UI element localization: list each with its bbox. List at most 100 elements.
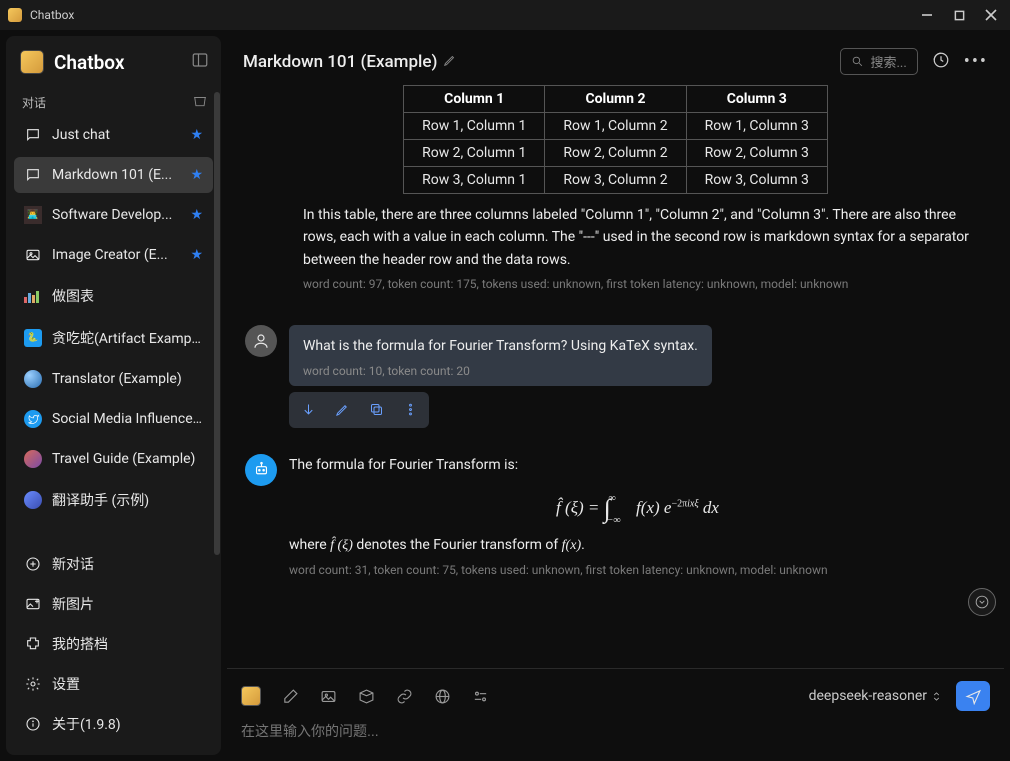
sidebar-item-label: 做图表	[52, 286, 203, 306]
sidebar-item-translator[interactable]: Translator (Example)	[14, 361, 213, 397]
info-icon	[24, 715, 42, 733]
sidebar-item-label: 关于(1.9.8)	[52, 714, 203, 734]
sidebar-item-label: Markdown 101 (E...	[52, 167, 180, 183]
sidebar-item-label: 新对话	[52, 554, 203, 574]
user-avatar-icon	[245, 325, 277, 357]
bot-avatar-icon	[245, 454, 277, 486]
app-logo-small	[8, 8, 22, 22]
edit-message-button[interactable]	[327, 396, 357, 424]
search-input-container[interactable]: 搜索...	[840, 48, 917, 75]
sidebar-scrollbar[interactable]	[214, 92, 220, 555]
window-close-button[interactable]	[984, 8, 998, 22]
sidebar-item-label: 我的搭档	[52, 634, 203, 654]
message-input[interactable]	[239, 717, 992, 741]
sidebar-item-image-creator[interactable]: Image Creator (E... ★	[14, 237, 213, 273]
snake-avatar-icon: 🐍	[24, 329, 42, 347]
sidebar-item-snake[interactable]: 🐍 贪吃蛇(Artifact Example)	[14, 319, 213, 357]
sidebar-item-just-chat[interactable]: Just chat ★	[14, 117, 213, 153]
translator-avatar-icon	[24, 370, 42, 388]
attach-file-button[interactable]	[357, 687, 375, 705]
sidebar-item-markdown-101[interactable]: Markdown 101 (E... ★	[14, 157, 213, 193]
web-button[interactable]	[433, 687, 451, 705]
chevron-up-down-icon	[931, 691, 942, 702]
sidebar-item-translate-assistant[interactable]: 翻译助手 (示例)	[14, 481, 213, 519]
formula-display: f̂ (ξ) = ∫−∞∞ f(x) e−2πixξ dx	[289, 490, 986, 520]
star-icon: ★	[190, 207, 203, 223]
sidebar-item-label: Social Media Influence...	[52, 411, 203, 427]
star-icon: ★	[190, 247, 203, 263]
send-button[interactable]	[956, 681, 990, 711]
sidebar-item-label: Travel Guide (Example)	[52, 451, 203, 467]
window-maximize-button[interactable]	[952, 8, 966, 22]
window-minimize-button[interactable]	[920, 8, 934, 22]
composer: deepseek-reasoner	[227, 668, 1004, 755]
sidebar-item-label: Software Develop...	[52, 207, 180, 223]
app-logo-icon	[20, 50, 44, 74]
main-panel: Markdown 101 (Example) 搜索... ••• Column …	[221, 30, 1010, 761]
more-menu-button[interactable]: •••	[964, 51, 988, 72]
bot-message-outro: where f̂ (ξ) denotes the Fourier transfo…	[289, 534, 986, 557]
sidebar: Chatbox 对话 Just chat ★ Markdown 101 (E..…	[6, 36, 221, 755]
star-icon: ★	[190, 167, 203, 183]
sidebar-item-travel-guide[interactable]: Travel Guide (Example)	[14, 441, 213, 477]
model-selector[interactable]: deepseek-reasoner	[809, 688, 942, 704]
sidebar-item-software-dev[interactable]: 👨‍💻 Software Develop... ★	[14, 197, 213, 233]
sidebar-item-label: 贪吃蛇(Artifact Example)	[52, 328, 203, 348]
scroll-down-button[interactable]	[293, 396, 323, 424]
table-row: Row 3, Column 1Row 3, Column 2Row 3, Col…	[404, 167, 828, 194]
search-icon	[851, 55, 864, 68]
message-meta: word count: 97, token count: 175, tokens…	[303, 277, 986, 291]
table-header: Column 2	[545, 86, 686, 113]
sidebar-item-label: 翻译助手 (示例)	[52, 490, 203, 510]
app-title: Chatbox	[30, 8, 74, 22]
sidebar-item-label: 新图片	[52, 594, 203, 614]
edit-title-button[interactable]	[443, 53, 457, 71]
sidebar-item-label: Image Creator (E...	[52, 247, 180, 263]
copy-message-button[interactable]	[361, 396, 391, 424]
translate-avatar-icon	[24, 491, 42, 509]
link-button[interactable]	[395, 687, 413, 705]
sidebar-section-label: 对话	[22, 94, 46, 111]
star-icon: ★	[190, 127, 203, 143]
sidebar-brand-title: Chatbox	[54, 51, 124, 74]
eraser-button[interactable]	[281, 687, 299, 705]
new-chat-button[interactable]: 新对话	[14, 545, 213, 583]
sidebar-collapse-button[interactable]	[191, 51, 209, 73]
titlebar: Chatbox	[0, 0, 1010, 30]
model-name: deepseek-reasoner	[809, 688, 927, 704]
my-partners-button[interactable]: 我的搭档	[14, 625, 213, 663]
sidebar-item-social-media[interactable]: Social Media Influence...	[14, 401, 213, 437]
table-row: Row 1, Column 1Row 1, Column 2Row 1, Col…	[404, 113, 828, 140]
chart-icon	[24, 289, 42, 303]
plus-circle-icon	[24, 555, 42, 573]
bot-message-text: In this table, there are three columns l…	[303, 204, 986, 271]
markdown-table: Column 1 Column 2 Column 3 Row 1, Column…	[403, 85, 828, 194]
travel-avatar-icon	[24, 450, 42, 468]
page-title: Markdown 101 (Example)	[243, 52, 437, 72]
sidebar-item-charts[interactable]: 做图表	[14, 277, 213, 315]
message-toolbar	[289, 392, 429, 428]
chat-area: Column 1 Column 2 Column 3 Row 1, Column…	[227, 85, 1004, 668]
search-placeholder: 搜索...	[870, 52, 906, 71]
about-button[interactable]: 关于(1.9.8)	[14, 705, 213, 743]
settings-sliders-button[interactable]	[471, 687, 489, 705]
new-image-button[interactable]: 新图片	[14, 585, 213, 623]
image-icon	[24, 246, 42, 264]
table-row: Row 2, Column 1Row 2, Column 2Row 2, Col…	[404, 140, 828, 167]
history-button[interactable]	[932, 51, 950, 73]
archive-icon[interactable]	[193, 94, 207, 111]
bot-message-intro: The formula for Fourier Transform is:	[289, 454, 986, 476]
table-header: Column 1	[404, 86, 545, 113]
sidebar-item-label: Translator (Example)	[52, 371, 203, 387]
chat-icon	[24, 126, 42, 144]
message-meta: word count: 10, token count: 20	[303, 364, 698, 378]
puzzle-icon	[24, 635, 42, 653]
message-more-button[interactable]	[395, 396, 425, 424]
sidebar-item-label: 设置	[52, 674, 203, 694]
developer-avatar-icon: 👨‍💻	[24, 206, 42, 224]
attach-image-button[interactable]	[319, 687, 337, 705]
image-plus-icon	[24, 595, 42, 613]
scroll-to-bottom-button[interactable]	[968, 588, 996, 616]
composer-logo-button[interactable]	[241, 686, 261, 706]
settings-button[interactable]: 设置	[14, 665, 213, 703]
